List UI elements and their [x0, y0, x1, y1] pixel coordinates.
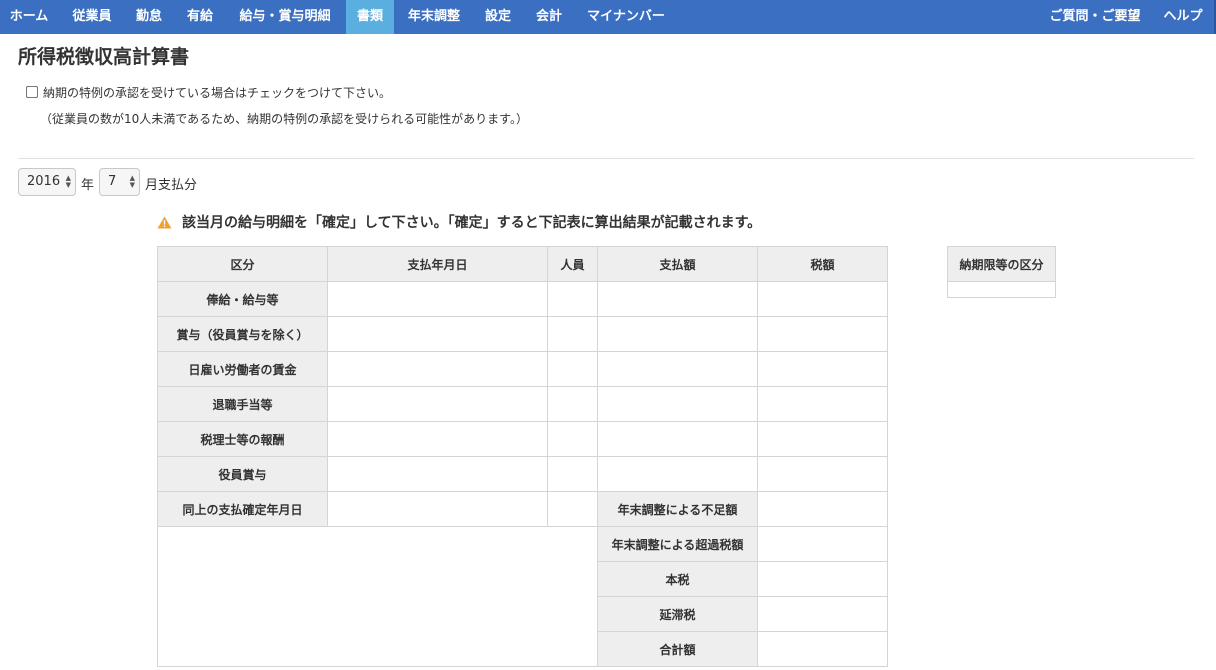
- nav-help[interactable]: ヘルプ: [1152, 0, 1214, 34]
- headcount-cell: [547, 316, 598, 352]
- tax-amount-cell: [757, 351, 888, 387]
- confirm-headcount-cell: [547, 491, 598, 527]
- payment-date-cell: [327, 386, 548, 422]
- year-select[interactable]: 2016 ▲ ▼: [18, 168, 76, 196]
- row-label: 退職手当等: [157, 386, 328, 422]
- due-date-category-cell: [947, 281, 1056, 298]
- nav-home[interactable]: ホーム: [0, 0, 58, 34]
- header-headcount: 人員: [547, 246, 598, 282]
- special-payment-checkbox-row: 納期の特例の承認を受けている場合はチェックをつけて下さい。: [26, 84, 391, 101]
- month-suffix-label: 月支払分: [145, 178, 198, 193]
- special-payment-note: （従業員の数が10人未満であるため、納期の特例の承認を受けられる可能性があります…: [40, 112, 528, 126]
- tax-amount-cell: [757, 316, 888, 352]
- headcount-cell: [547, 351, 598, 387]
- payment-amount-cell: [597, 456, 758, 492]
- payment-amount-cell: [597, 351, 758, 387]
- due-date-category-header: 納期限等の区分: [947, 246, 1056, 282]
- year-suffix-label: 年: [81, 178, 95, 193]
- summary-value-cell: [757, 491, 888, 527]
- headcount-cell: [547, 421, 598, 457]
- summary-value-cell: [757, 631, 888, 667]
- nav-accounting[interactable]: 会計: [526, 0, 572, 34]
- payment-date-cell: [327, 421, 548, 457]
- warning-triangle-icon: [157, 216, 172, 229]
- special-payment-checkbox-label: 納期の特例の承認を受けている場合はチェックをつけて下さい。: [43, 86, 392, 100]
- confirm-date-cell: [327, 491, 548, 527]
- nav-my-number[interactable]: マイナンバー: [576, 0, 676, 34]
- tax-amount-cell: [757, 281, 888, 317]
- header-payment-amount: 支払額: [597, 246, 758, 282]
- row-label: 日雇い労働者の賃金: [157, 351, 328, 387]
- payment-amount-cell: [597, 386, 758, 422]
- headcount-cell: [547, 281, 598, 317]
- warning-text: 該当月の給与明細を「確定」して下さい。「確定」すると下記表に算出結果が記載されま…: [182, 215, 762, 231]
- payment-date-cell: [327, 281, 548, 317]
- payment-amount-cell: [597, 316, 758, 352]
- nav-paid-leave[interactable]: 有給: [176, 0, 224, 34]
- summary-row-label: 年末調整による不足額: [597, 491, 758, 527]
- nav-attendance[interactable]: 勤怠: [126, 0, 172, 34]
- summary-value-cell: [757, 596, 888, 632]
- month-select[interactable]: 7 ▲ ▼: [99, 168, 140, 196]
- payment-date-cell: [327, 351, 548, 387]
- summary-value-cell: [757, 526, 888, 562]
- tax-amount-cell: [757, 456, 888, 492]
- nav-settings[interactable]: 設定: [474, 0, 522, 34]
- special-payment-checkbox[interactable]: [26, 86, 38, 98]
- summary-row-label: 延滞税: [597, 596, 758, 632]
- select-arrows-icon: ▲ ▼: [129, 174, 135, 189]
- payment-amount-cell: [597, 281, 758, 317]
- summary-value-cell: [757, 561, 888, 597]
- month-select-value: 7: [108, 174, 117, 189]
- payment-date-cell: [327, 316, 548, 352]
- nav-employees[interactable]: 従業員: [62, 0, 122, 34]
- warning-message: 該当月の給与明細を「確定」して下さい。「確定」すると下記表に算出結果が記載されま…: [157, 212, 761, 232]
- header-category: 区分: [157, 246, 328, 282]
- headcount-cell: [547, 386, 598, 422]
- tax-amount-cell: [757, 421, 888, 457]
- row-label: 俸給・給与等: [157, 281, 328, 317]
- headcount-cell: [547, 456, 598, 492]
- summary-row-label: 合計額: [597, 631, 758, 667]
- header-tax-amount: 税額: [757, 246, 888, 282]
- header-payment-date: 支払年月日: [327, 246, 548, 282]
- divider: [18, 158, 1194, 159]
- tax-amount-cell: [757, 386, 888, 422]
- summary-row-label: 年末調整による超過税額: [597, 526, 758, 562]
- nav-year-end-adjustment[interactable]: 年末調整: [398, 0, 470, 34]
- empty-area: [157, 526, 598, 667]
- summary-row-label: 本税: [597, 561, 758, 597]
- confirm-date-row-label: 同上の支払確定年月日: [157, 491, 328, 527]
- year-select-value: 2016: [27, 174, 61, 189]
- page-title: 所得税徴収高計算書: [18, 46, 190, 68]
- nav-documents[interactable]: 書類: [346, 0, 394, 34]
- select-arrows-icon: ▲ ▼: [65, 174, 71, 189]
- nav-payslips[interactable]: 給与・賞与明細: [228, 0, 342, 34]
- payment-date-cell: [327, 456, 548, 492]
- row-label: 税理士等の報酬: [157, 421, 328, 457]
- row-label: 賞与（役員賞与を除く）: [157, 316, 328, 352]
- top-navbar: ホーム 従業員 勤怠 有給 給与・賞与明細 書類 年末調整 設定 会計 マイナン…: [0, 0, 1216, 34]
- row-label: 役員賞与: [157, 456, 328, 492]
- payment-amount-cell: [597, 421, 758, 457]
- nav-questions-requests[interactable]: ご質問・ご要望: [1040, 0, 1150, 34]
